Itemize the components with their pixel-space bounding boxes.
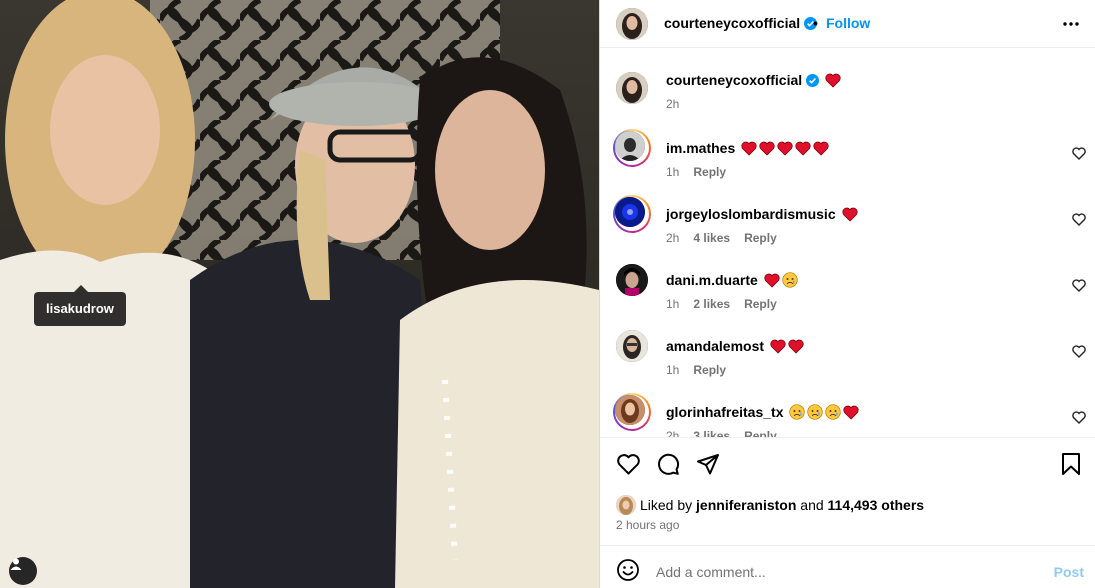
red-heart-emoji-icon [764, 273, 780, 288]
comment-text: amandalemost [666, 338, 804, 354]
post-photo[interactable]: lisakudrow [0, 0, 599, 588]
comment-time: 1h [666, 363, 680, 377]
post-comment-button[interactable]: Post [1054, 564, 1084, 580]
comment-likes[interactable]: 4 likes [693, 231, 730, 245]
red-heart-emoji-icon [813, 141, 829, 156]
story-ring[interactable] [613, 129, 651, 167]
comment-emojis [739, 140, 829, 156]
red-heart-emoji-icon [795, 141, 811, 156]
comment-text: glorinhafreitas_tx [666, 404, 860, 420]
likes-and: and [800, 497, 824, 513]
like-comment-heart-icon[interactable] [1072, 345, 1086, 358]
header-dot-separator: • [813, 15, 818, 31]
red-heart-emoji-icon [759, 141, 775, 156]
commenter-avatar[interactable] [616, 330, 648, 362]
commenter-username[interactable]: im.mathes [666, 140, 735, 156]
story-ring[interactable] [613, 195, 651, 233]
commenter-username[interactable]: dani.m.duarte [666, 272, 758, 288]
author-username-header[interactable]: courteneycoxofficial [664, 15, 818, 31]
reply-button[interactable]: Reply [744, 231, 777, 245]
comment-meta: 1h Reply [666, 165, 740, 179]
post-header: courteneycoxofficial • Follow [600, 0, 1095, 48]
post-panel: courteneycoxofficial • Follow courteneyc… [599, 0, 1095, 588]
follow-button[interactable]: Follow [826, 15, 870, 31]
caption-author-username[interactable]: courteneycoxofficial [666, 72, 802, 88]
comment-time: 1h [666, 297, 680, 311]
like-heart-icon[interactable] [616, 452, 641, 476]
commenter-username[interactable]: glorinhafreitas_tx [666, 404, 783, 420]
like-comment-heart-icon[interactable] [1072, 279, 1086, 292]
comment-meta: 2h 4 likes Reply [666, 231, 791, 245]
reply-button[interactable]: Reply [693, 165, 726, 179]
red-heart-emoji-icon [770, 339, 786, 354]
commenter-username[interactable]: jorgeyloslombardismusic [666, 206, 836, 222]
red-heart-emoji-icon [777, 141, 793, 156]
comment-meta: 1h Reply [666, 363, 740, 377]
reply-button[interactable]: Reply [744, 297, 777, 311]
share-send-icon[interactable] [696, 452, 720, 476]
like-comment-heart-icon[interactable] [1072, 213, 1086, 226]
verified-badge-icon [806, 74, 820, 87]
red-heart-emoji-icon [843, 405, 860, 420]
comment-input[interactable]: Add a comment... [656, 564, 1036, 580]
user-icon [10, 558, 22, 570]
comment-time: 2h [666, 231, 680, 245]
red-heart-emoji-icon [825, 73, 841, 88]
comment-time: 2h [666, 429, 680, 437]
reply-button[interactable]: Reply [693, 363, 726, 377]
like-comment-heart-icon[interactable] [1072, 147, 1086, 160]
comment-meta: 1h 2 likes Reply [666, 297, 791, 311]
likes-others-count[interactable]: 114,493 others [828, 497, 925, 513]
comment-text: im.mathes [666, 140, 829, 156]
caption-time: 2h [666, 97, 680, 111]
comment-bubble-icon[interactable] [656, 452, 680, 476]
story-ring[interactable] [613, 393, 651, 431]
sad-face-emoji-icon [789, 404, 806, 420]
commenter-avatar [615, 197, 645, 227]
commenter-avatar [615, 131, 645, 161]
author-avatar[interactable] [616, 8, 648, 40]
commenter-avatar[interactable] [616, 264, 648, 296]
reply-button[interactable]: Reply [744, 429, 777, 437]
liker-username[interactable]: jenniferaniston [696, 497, 796, 513]
likes-summary: Liked by jenniferaniston and 114,493 oth… [616, 495, 924, 515]
comment-meta: 2h 3 likes Reply [666, 429, 791, 437]
more-options-icon[interactable] [1061, 14, 1081, 34]
photo-tag-username: lisakudrow [46, 301, 114, 316]
comments-list[interactable]: courteneycoxofficial 2h im.mathes 1h Repl… [600, 56, 1095, 437]
caption-text: courteneycoxofficial [666, 72, 841, 88]
like-comment-heart-icon[interactable] [1072, 411, 1086, 424]
commenter-username[interactable]: amandalemost [666, 338, 764, 354]
red-heart-emoji-icon [841, 207, 858, 222]
post-actions: Liked by jenniferaniston and 114,493 oth… [600, 437, 1095, 545]
comment-likes[interactable]: 3 likes [693, 429, 730, 437]
photo-tag-bubble[interactable]: lisakudrow [34, 285, 126, 326]
comment-text: jorgeyloslombardismusic [666, 206, 858, 222]
commenter-avatar [615, 395, 645, 425]
comment-text: dani.m.duarte [666, 272, 798, 288]
liker-avatar[interactable] [616, 495, 636, 515]
tagged-users-button[interactable] [9, 557, 37, 585]
red-heart-emoji-icon [741, 141, 757, 156]
comment-time: 1h [666, 165, 680, 179]
red-heart-emoji-icon [788, 339, 804, 354]
post-timestamp[interactable]: 2 hours ago [616, 518, 679, 532]
comment-composer: Add a comment... Post [600, 545, 1095, 588]
sad-face-emoji-icon [807, 404, 824, 420]
sad-face-emoji-icon [825, 404, 842, 420]
comment-likes[interactable]: 2 likes [693, 297, 730, 311]
caption-author-avatar[interactable] [616, 72, 648, 104]
sad-face-emoji-icon [782, 272, 798, 288]
likes-prefix: Liked by [640, 497, 693, 513]
save-bookmark-icon[interactable] [1060, 452, 1082, 476]
emoji-picker-icon[interactable] [616, 558, 640, 582]
caption-meta: 2h [666, 97, 693, 111]
